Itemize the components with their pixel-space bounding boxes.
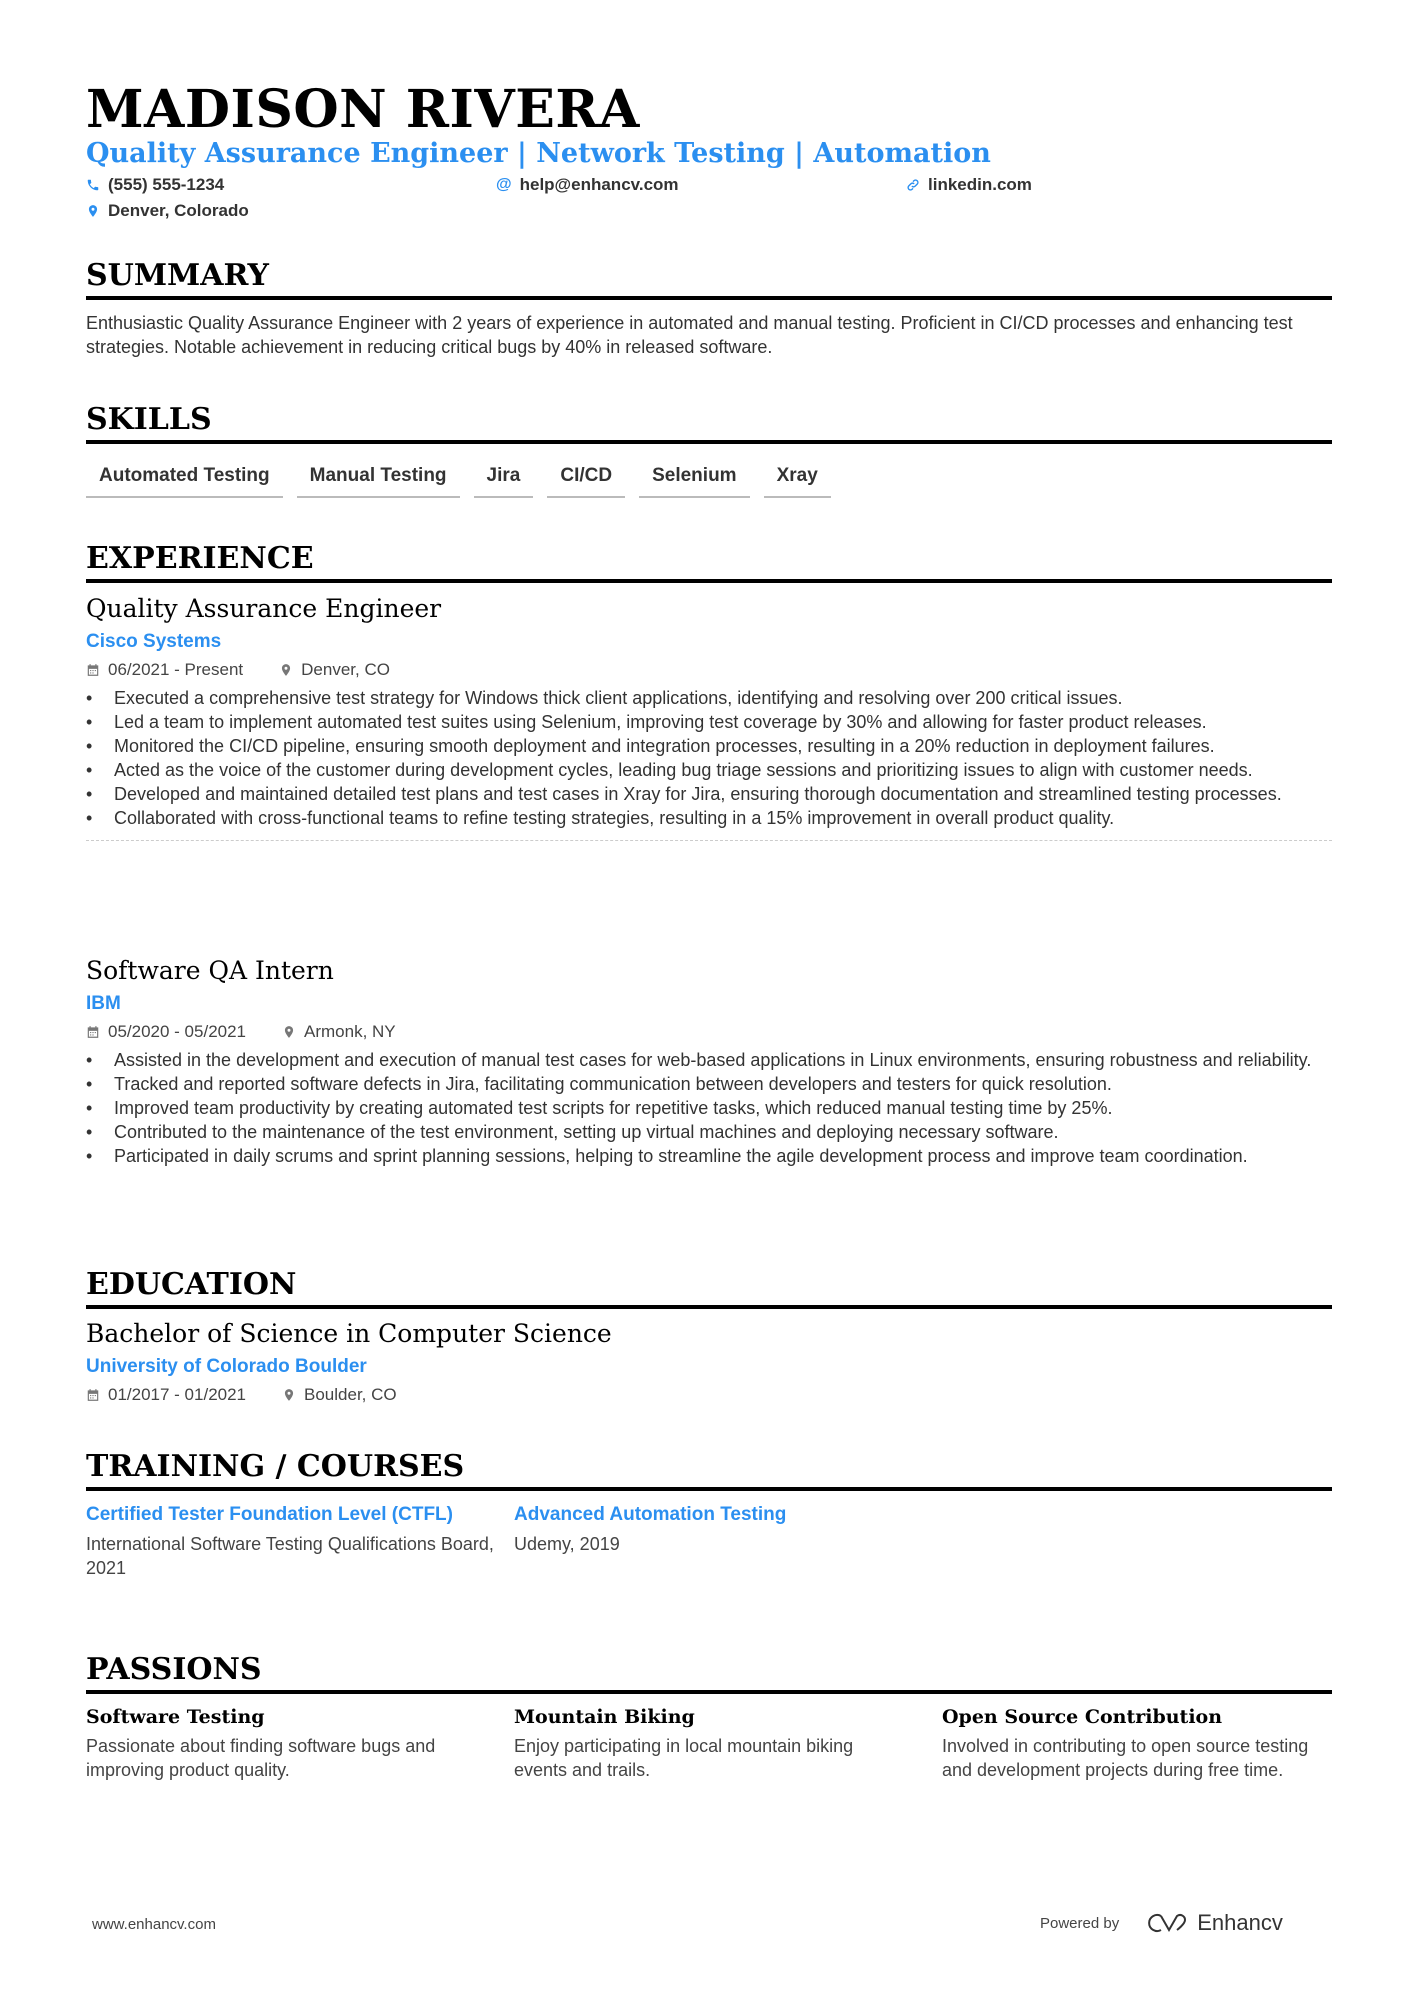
training-item: Advanced Automation Testing Udemy, 2019 bbox=[514, 1502, 942, 1580]
education-meta: 01/2017 - 01/2021 Boulder, CO bbox=[86, 1383, 1332, 1407]
bullet-item: Participated in daily scrums and sprint … bbox=[86, 1144, 1332, 1168]
location-pin-icon bbox=[284, 1389, 294, 1401]
contact-phone: (555) 555-1234 bbox=[86, 174, 224, 196]
bullet-item: Improved team productivity by creating a… bbox=[86, 1096, 1332, 1120]
training-item: Certified Tester Foundation Level (CTFL)… bbox=[86, 1502, 514, 1580]
training-title: Advanced Automation Testing bbox=[514, 1504, 787, 1525]
enhancv-logo-icon bbox=[1148, 1914, 1187, 1933]
passions-list: Software Testing Passionate about findin… bbox=[86, 1704, 1370, 1782]
passion-title: Mountain Biking bbox=[514, 1706, 695, 1728]
bullet-item: Collaborated with cross-functional teams… bbox=[86, 806, 1332, 830]
calendar-icon bbox=[87, 1026, 99, 1038]
location-pin-icon bbox=[282, 664, 291, 676]
passion-item: Open Source Contribution Involved in con… bbox=[942, 1704, 1370, 1782]
summary-text: Enthusiastic Quality Assurance Engineer … bbox=[86, 313, 1293, 357]
section-title-experience: EXPERIENCE bbox=[86, 539, 1332, 583]
section-title-passions: PASSIONS bbox=[86, 1650, 1332, 1694]
bullet-item: Contributed to the maintenance of the te… bbox=[86, 1120, 1332, 1144]
skill-tag: CI/CD bbox=[547, 462, 626, 498]
passion-desc: Passionate about finding software bugs a… bbox=[86, 1736, 436, 1780]
job-dates: 05/2020 - 05/2021 bbox=[108, 1022, 247, 1041]
skill-tag: Selenium bbox=[639, 462, 750, 498]
job-bullets: Executed a comprehensive test strategy f… bbox=[86, 686, 1332, 830]
bullet-item: Executed a comprehensive test strategy f… bbox=[86, 686, 1332, 710]
job-location: Armonk, NY bbox=[304, 1022, 396, 1041]
bullet-item: Assisted in the development and executio… bbox=[86, 1048, 1332, 1072]
passion-desc: Involved in contributing to open source … bbox=[942, 1736, 1309, 1780]
passion-title: Software Testing bbox=[86, 1706, 265, 1728]
skill-tag: Manual Testing bbox=[296, 462, 460, 498]
footer-branding: Powered by Enhancv bbox=[1040, 1910, 1283, 1936]
candidate-headline: Quality Assurance Engineer | Network Tes… bbox=[86, 138, 991, 169]
education-location: Boulder, CO bbox=[304, 1385, 397, 1404]
training-title: Certified Tester Foundation Level (CTFL) bbox=[86, 1504, 453, 1525]
bullet-item: Tracked and reported software defects in… bbox=[86, 1072, 1332, 1096]
contact-linkedin[interactable]: linkedin.com bbox=[906, 174, 1032, 196]
link-icon bbox=[907, 179, 919, 191]
entry-divider bbox=[86, 840, 1332, 841]
training-desc: Udemy, 2019 bbox=[514, 1534, 620, 1554]
footer-website[interactable]: www.enhancv.com bbox=[92, 1916, 216, 1933]
job-title: Quality Assurance Engineer bbox=[86, 594, 442, 623]
school-name: University of Colorado Boulder bbox=[86, 1356, 367, 1377]
section-title-summary: SUMMARY bbox=[86, 256, 1332, 300]
location-text: Denver, Colorado bbox=[108, 201, 249, 220]
education-dates: 01/2017 - 01/2021 bbox=[108, 1385, 247, 1404]
bullet-item: Developed and maintained detailed test p… bbox=[86, 782, 1332, 806]
experience-entry: Software QA Intern IBM 05/2020 - 05/2021… bbox=[86, 954, 1332, 1168]
company-name: Cisco Systems bbox=[86, 631, 222, 652]
email-text[interactable]: help@enhancv.com bbox=[520, 174, 679, 196]
powered-by-label: Powered by bbox=[1040, 1914, 1120, 1932]
linkedin-text[interactable]: linkedin.com bbox=[928, 174, 1032, 196]
bullet-item: Acted as the voice of the customer durin… bbox=[86, 758, 1332, 782]
calendar-icon bbox=[87, 1389, 99, 1401]
passion-item: Mountain Biking Enjoy participating in l… bbox=[514, 1704, 942, 1782]
passion-title: Open Source Contribution bbox=[942, 1706, 1223, 1728]
job-title: Software QA Intern bbox=[86, 956, 334, 985]
candidate-name: MADISON RIVERA bbox=[86, 79, 640, 140]
location-pin-icon bbox=[88, 205, 98, 217]
phone-icon bbox=[87, 179, 99, 191]
skill-tag: Automated Testing bbox=[86, 462, 283, 498]
contact-location: Denver, Colorado bbox=[86, 200, 249, 222]
at-icon: @ bbox=[496, 176, 512, 193]
training-desc: International Software Testing Qualifica… bbox=[86, 1534, 494, 1578]
location-pin-icon bbox=[284, 1026, 294, 1038]
job-location: Denver, CO bbox=[301, 660, 390, 679]
bullet-item: Monitored the CI/CD pipeline, ensuring s… bbox=[86, 734, 1332, 758]
enhancv-logo[interactable]: Enhancv bbox=[1145, 1910, 1283, 1936]
section-title-education: EDUCATION bbox=[86, 1265, 1332, 1309]
bullet-item: Led a team to implement automated test s… bbox=[86, 710, 1332, 734]
degree: Bachelor of Science in Computer Science bbox=[86, 1319, 612, 1348]
skills-list: Automated Testing Manual Testing Jira CI… bbox=[86, 462, 831, 498]
skill-tag: Xray bbox=[763, 462, 831, 498]
brand-name: Enhancv bbox=[1197, 1910, 1283, 1935]
experience-entry: Quality Assurance Engineer Cisco Systems… bbox=[86, 592, 1332, 841]
job-bullets: Assisted in the development and executio… bbox=[86, 1048, 1332, 1168]
calendar-icon bbox=[87, 664, 99, 676]
section-title-skills: SKILLS bbox=[86, 400, 1332, 444]
contact-email[interactable]: @ help@enhancv.com bbox=[496, 174, 679, 196]
education-entry: Bachelor of Science in Computer Science … bbox=[86, 1317, 1332, 1407]
company-name: IBM bbox=[86, 993, 121, 1014]
passion-item: Software Testing Passionate about findin… bbox=[86, 1704, 514, 1782]
passion-desc: Enjoy participating in local mountain bi… bbox=[514, 1736, 854, 1780]
section-title-training: TRAINING / COURSES bbox=[86, 1447, 1332, 1491]
job-meta: 05/2020 - 05/2021 Armonk, NY bbox=[86, 1020, 1332, 1044]
phone-text: (555) 555-1234 bbox=[108, 175, 225, 194]
skill-tag: Jira bbox=[473, 462, 534, 498]
job-dates: 06/2021 - Present bbox=[108, 660, 244, 679]
job-meta: 06/2021 - Present Denver, CO bbox=[86, 658, 1332, 682]
training-list: Certified Tester Foundation Level (CTFL)… bbox=[86, 1502, 942, 1580]
